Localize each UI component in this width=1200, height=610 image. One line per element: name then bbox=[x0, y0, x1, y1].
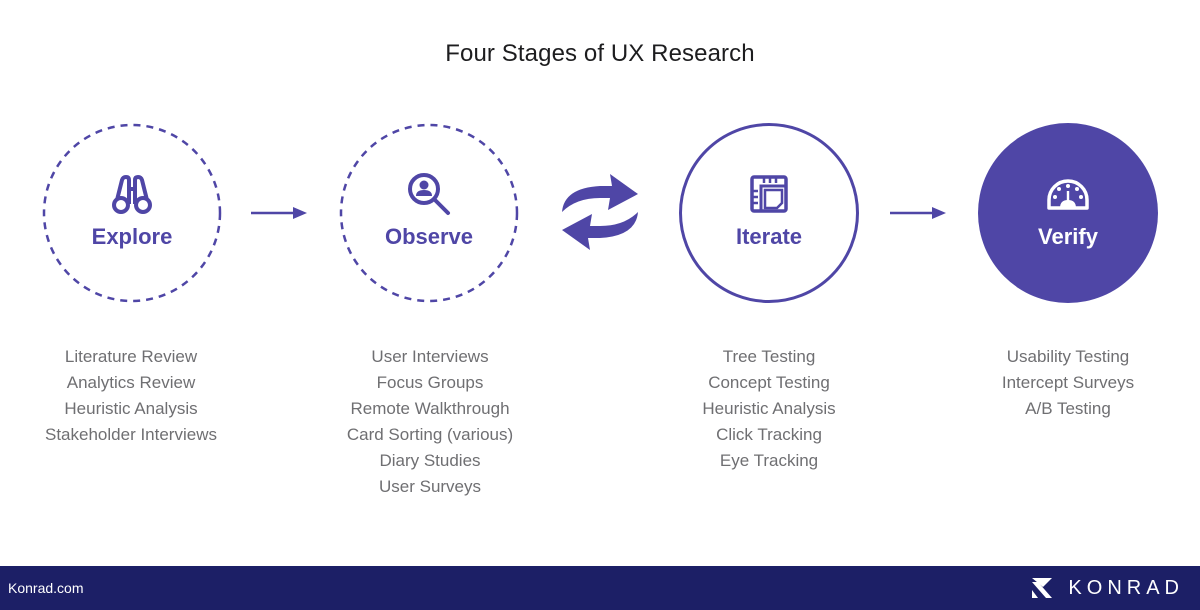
stage-label: Verify bbox=[1038, 224, 1098, 249]
stage-explore: Explore bbox=[42, 123, 222, 303]
method-item: Heuristic Analysis bbox=[64, 399, 198, 418]
method-item: Usability Testing bbox=[1006, 347, 1130, 366]
stage-iterate: Iterate bbox=[679, 123, 859, 303]
method-item: Focus Groups bbox=[376, 373, 484, 392]
layout-ruler-icon bbox=[745, 170, 793, 218]
stage-verify: Verify bbox=[978, 123, 1158, 303]
brand-logo: KONRAD bbox=[1030, 576, 1184, 600]
method-item: Intercept Surveys bbox=[1001, 373, 1135, 392]
brand-wordmark: KONRAD bbox=[1068, 576, 1184, 599]
method-item: Literature Review bbox=[64, 347, 198, 366]
page-title: Four Stages of UX Research bbox=[445, 40, 755, 67]
stage-observe: Observe bbox=[339, 123, 519, 303]
method-item: Card Sorting (various) bbox=[346, 425, 514, 444]
user-search-icon bbox=[405, 170, 453, 218]
stage-label: Explore bbox=[91, 224, 173, 249]
method-item: Tree Testing bbox=[722, 347, 816, 366]
methods-list-iterate: Tree Testing Concept Testing Heuristic A… bbox=[639, 344, 899, 474]
method-item: Stakeholder Interviews bbox=[45, 425, 217, 444]
binoculars-icon bbox=[108, 170, 156, 218]
stage-label: Iterate bbox=[735, 224, 803, 249]
arrow-right-icon bbox=[890, 207, 946, 219]
method-item: Remote Walkthrough bbox=[350, 399, 510, 418]
method-item: User Surveys bbox=[378, 477, 482, 496]
method-item: Diary Studies bbox=[379, 451, 481, 470]
cycle-arrows-icon bbox=[562, 174, 638, 250]
gauge-icon bbox=[1044, 170, 1092, 218]
method-item: Heuristic Analysis bbox=[702, 399, 836, 418]
arrow-right-icon bbox=[251, 207, 307, 219]
method-item: A/B Testing bbox=[1025, 399, 1111, 418]
method-item: Click Tracking bbox=[716, 425, 822, 444]
footer-site-link[interactable]: Konrad.com bbox=[8, 580, 83, 596]
konrad-logo-icon bbox=[1032, 578, 1053, 598]
method-item: Eye Tracking bbox=[719, 451, 819, 470]
methods-list-explore: Literature Review Analytics Review Heuri… bbox=[1, 344, 261, 448]
method-item: Concept Testing bbox=[708, 373, 830, 392]
methods-list-observe: User Interviews Focus Groups Remote Walk… bbox=[300, 344, 560, 500]
footer-bar: Konrad.com KONRAD bbox=[0, 566, 1200, 610]
stage-label: Observe bbox=[384, 224, 474, 249]
method-item: User Interviews bbox=[371, 347, 489, 366]
methods-list-verify: Usability Testing Intercept Surveys A/B … bbox=[938, 344, 1198, 422]
method-item: Analytics Review bbox=[66, 373, 196, 392]
